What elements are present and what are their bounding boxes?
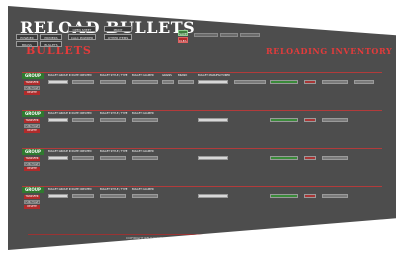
delete-button[interactable]: DELETE: [24, 167, 40, 171]
flag-box: [304, 80, 316, 84]
caliber-input[interactable]: [132, 118, 158, 122]
column-header: BULLET STYLE / TYPE: [100, 112, 128, 115]
group-label: GROUP: [22, 187, 44, 193]
purchase-button[interactable]: PURCHASE: [24, 200, 40, 204]
column-header: BULLET STYLE / TYPE: [100, 74, 128, 77]
details-input[interactable]: [322, 156, 348, 160]
group-row: GROUP TRANSFER PURCHASE DELETE BULLET GR…: [22, 186, 382, 216]
bullets-button[interactable]: BULLETS: [40, 41, 62, 47]
brand-input[interactable]: [178, 80, 194, 84]
delete-button[interactable]: DELETE: [24, 129, 40, 133]
footer-divider: [28, 234, 378, 235]
column-header: BRAND: [178, 74, 188, 77]
caliber-input[interactable]: [132, 80, 158, 84]
column-header: DATE CREATED: [72, 74, 92, 77]
column-header: GRAINS: [162, 74, 172, 77]
filter-box[interactable]: [240, 33, 260, 37]
grains-input[interactable]: [162, 80, 174, 84]
column-header: BULLET CALIBER: [132, 188, 154, 191]
column-header: DATE CREATED: [72, 112, 92, 115]
style-input[interactable]: [100, 194, 126, 198]
column-header: BULLET GROUP ID: [48, 150, 72, 153]
date-input[interactable]: [72, 80, 94, 84]
group-row: GROUP TRANSFER PURCHASE DELETE BULLET GR…: [22, 110, 382, 140]
group-label: GROUP: [22, 111, 44, 117]
open-sheet-button[interactable]: OPEN SHEET: [68, 26, 96, 32]
column-header: BULLET GROUP ID: [48, 188, 72, 191]
bullet-group-input[interactable]: [48, 156, 68, 160]
purchase-button[interactable]: PURCHASE: [24, 86, 40, 90]
group-row: GROUP TRANSFER PURCHASE DELETE BULLET GR…: [22, 72, 382, 102]
manufacturer-input[interactable]: [198, 80, 228, 84]
save-button[interactable]: SAVE: [178, 30, 188, 36]
column-header: DATE CREATED: [72, 188, 92, 191]
style-input[interactable]: [100, 118, 126, 122]
column-header: BULLET MANUFACTURER: [198, 74, 230, 77]
transfer-button[interactable]: TRANSFER: [24, 81, 40, 85]
purchase-button[interactable]: PURCHASE: [24, 162, 40, 166]
details-input[interactable]: [322, 194, 348, 198]
transfer-button[interactable]: TRANSFER: [24, 119, 40, 123]
inventory-title: RELOADING INVENTORY: [266, 46, 393, 56]
status-box: [270, 156, 298, 160]
group-label: GROUP: [22, 149, 44, 155]
style-input[interactable]: [100, 80, 126, 84]
date-input[interactable]: [72, 194, 94, 198]
bullet-group-input[interactable]: [48, 118, 68, 122]
purchase-button[interactable]: PURCHASE: [24, 124, 40, 128]
details-input[interactable]: [322, 80, 348, 84]
flag-box: [304, 118, 316, 122]
primers-button[interactable]: PRIMERS: [40, 34, 62, 40]
manufacturer-input[interactable]: [198, 156, 228, 160]
calc-powder-button[interactable]: CALC POWDER: [68, 34, 96, 40]
column-header: BULLET GROUP ID: [48, 74, 72, 77]
clear-button[interactable]: CLEAR: [178, 37, 188, 43]
bullet-group-input[interactable]: [48, 194, 68, 198]
column-header: BULLET CALIBER: [132, 150, 154, 153]
column-header: DATE CREATED: [72, 150, 92, 153]
date-input[interactable]: [72, 118, 94, 122]
caliber-input[interactable]: [132, 156, 158, 160]
manufacturer-input[interactable]: [198, 118, 228, 122]
manufacturer-input[interactable]: [198, 194, 228, 198]
details-input[interactable]: [322, 118, 348, 122]
footer-text: COPYRIGHT RELOADING INVENTORY: [126, 236, 181, 240]
style-input[interactable]: [100, 156, 126, 160]
column-header: BULLET STYLE / TYPE: [100, 150, 128, 153]
flag-box: [304, 194, 316, 198]
status-box: [270, 80, 298, 84]
transfer-button[interactable]: TRANSFER: [24, 157, 40, 161]
details-input[interactable]: [354, 80, 374, 84]
status-box: [270, 118, 298, 122]
notes-input[interactable]: [234, 80, 266, 84]
filter-box[interactable]: [220, 33, 238, 37]
transfer-button[interactable]: TRANSFER: [24, 195, 40, 199]
date-input[interactable]: [72, 156, 94, 160]
brass-button[interactable]: BRASS: [16, 41, 38, 47]
other-items-button[interactable]: OTHER ITEMS: [104, 34, 132, 40]
group-label: GROUP: [22, 73, 44, 79]
group-row: GROUP TRANSFER PURCHASE DELETE BULLET GR…: [22, 148, 382, 178]
column-header: BULLET GROUP ID: [48, 112, 72, 115]
bullet-group-input[interactable]: [48, 80, 68, 84]
powder-button[interactable]: POWDER: [16, 34, 38, 40]
caliber-input[interactable]: [132, 194, 158, 198]
column-header: BULLET STYLE / TYPE: [100, 188, 128, 191]
print-button[interactable]: PRINT: [104, 26, 132, 32]
filter-box[interactable]: [194, 33, 218, 37]
column-header: BULLET CALIBER: [132, 74, 154, 77]
status-box: [270, 194, 298, 198]
delete-button[interactable]: DELETE: [24, 91, 40, 95]
delete-button[interactable]: DELETE: [24, 205, 40, 209]
flag-box: [304, 156, 316, 160]
app-window: RELOAD BULLETS BULLETS RELOADING INVENTO…: [8, 6, 396, 250]
column-header: BULLET CALIBER: [132, 112, 154, 115]
